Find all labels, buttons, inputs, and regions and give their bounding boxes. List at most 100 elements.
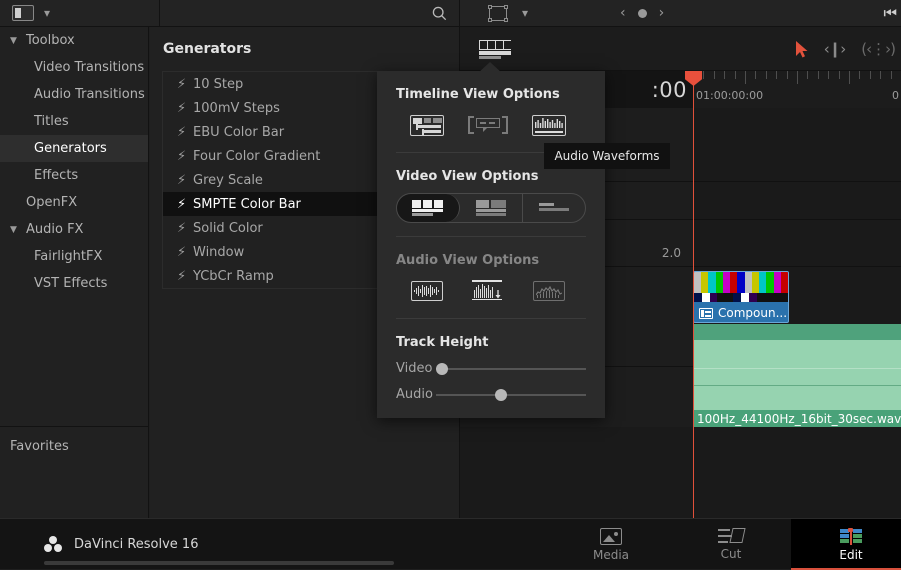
dynamic-trim-mode-icon[interactable]: (‹⋮›) <box>861 40 895 58</box>
section-title-track-height: Track Height <box>377 319 605 350</box>
ruler-tick <box>859 71 860 79</box>
ruler-tick <box>776 71 777 79</box>
lightning-bolt-icon: ⚡ <box>177 101 193 116</box>
no-thumbnails-icon[interactable] <box>523 194 585 222</box>
list-item-label: YCbCr Ramp <box>193 269 274 284</box>
page-label: Cut <box>721 547 742 561</box>
timeline-toolbar: ‹❙› (‹⋮›) <box>460 27 901 71</box>
track-body-a1[interactable] <box>693 220 901 267</box>
timeline-ruler[interactable]: 01:00:00:00 0 <box>693 71 901 108</box>
page-button-media[interactable]: Media <box>551 519 671 570</box>
sidebar-item-video-transitions[interactable]: Video Transitions <box>0 54 148 81</box>
show-flags-markers-icon[interactable] <box>396 111 457 139</box>
sidebar-item-audio-transitions[interactable]: Audio Transitions <box>0 81 148 108</box>
page-button-edit[interactable]: Edit <box>791 519 901 570</box>
slider-knob[interactable] <box>495 389 507 401</box>
timeline-tool-group: ‹❙› (‹⋮›) <box>796 27 899 71</box>
ruler-label: 01:00:00:00 <box>696 89 763 102</box>
tooltip: Audio Waveforms <box>544 143 670 169</box>
list-item-label: SMPTE Color Bar <box>193 197 301 212</box>
sidebar-item-label: VST Effects <box>34 276 107 291</box>
viewer-chevron-down-icon[interactable]: ▾ <box>522 7 528 19</box>
ruler-tick <box>880 71 881 79</box>
timeline-view-options-icon[interactable] <box>476 37 514 61</box>
clip-navigation-group: ‹ › <box>620 0 664 26</box>
chevron-down-icon[interactable]: ▾ <box>44 7 50 19</box>
ruler-tick <box>891 71 892 79</box>
waveform-envelope-icon[interactable] <box>518 277 579 305</box>
list-item-label: 10 Step <box>193 77 243 92</box>
dot-icon[interactable] <box>638 9 647 18</box>
ruler-tick <box>735 71 736 79</box>
page-bar: DaVinci Resolve 16 Media Cut <box>0 518 901 569</box>
chevron-down-icon[interactable]: ▼ <box>10 225 22 235</box>
video-track-height-slider[interactable] <box>436 362 586 376</box>
audio-clip-top-band <box>693 324 901 340</box>
ruler-label: 0 <box>892 89 899 102</box>
sidebar-item-audio-fx[interactable]: ▼ Audio FX <box>0 216 148 243</box>
timeline-view-option-row <box>377 102 605 139</box>
panel-layout-icon[interactable] <box>12 5 34 21</box>
waveform-boxed-icon[interactable] <box>396 277 457 305</box>
track-body-v2[interactable] <box>693 108 901 182</box>
timeline-audio-clip[interactable]: 100Hz_44100Hz_16bit_30sec.wav <box>693 324 901 427</box>
ruler-tick <box>818 71 819 79</box>
chevron-left-icon[interactable]: ‹ <box>620 5 626 21</box>
sidebar-item-label: Audio FX <box>26 222 83 237</box>
audio-gain-value: 2.0 <box>662 246 681 260</box>
brand-label: DaVinci Resolve 16 <box>74 537 198 552</box>
lightning-bolt-icon: ⚡ <box>177 197 193 212</box>
list-item-label: Grey Scale <box>193 173 263 188</box>
arrow-cursor-icon[interactable] <box>796 41 808 57</box>
smpte-lower-bars <box>694 293 788 302</box>
sidebar-item-titles[interactable]: Titles <box>0 108 148 135</box>
audio-waveform-line-1 <box>693 368 901 369</box>
crop-frame-icon[interactable] <box>488 5 508 22</box>
sidebar-item-vst-effects[interactable]: VST Effects <box>0 270 148 297</box>
skip-to-start-icon[interactable]: ⏮ <box>883 0 897 26</box>
search-icon[interactable] <box>432 6 447 21</box>
video-clip-label-row: Compoun... <box>694 304 788 322</box>
chevron-right-icon[interactable]: › <box>659 5 665 21</box>
list-item-label: 100mV Steps <box>193 101 280 116</box>
ruler-tick <box>745 71 746 84</box>
cut-page-icon <box>718 528 744 544</box>
sidebar-item-openfx[interactable]: ▶OpenFX <box>0 189 148 216</box>
timeline-video-clip[interactable]: Compoun... <box>693 271 789 323</box>
thumbnails-filmstrip-icon[interactable] <box>397 194 460 222</box>
audio-track-height-slider[interactable] <box>436 388 586 402</box>
favorites-section[interactable]: Favorites <box>0 426 149 518</box>
sidebar-item-effects[interactable]: Effects <box>0 162 148 189</box>
ruler-tick <box>766 71 767 79</box>
playhead[interactable] <box>693 71 694 518</box>
track-body-v1[interactable] <box>693 182 901 220</box>
chevron-down-icon[interactable]: ▼ <box>10 36 22 46</box>
audio-waveforms-icon[interactable] <box>518 111 579 139</box>
sidebar-item-toolbox[interactable]: ▼Toolbox <box>0 27 148 54</box>
lightning-bolt-icon: ⚡ <box>177 149 193 164</box>
page-button-cut[interactable]: Cut <box>671 519 791 570</box>
thumbnail-single-icon[interactable] <box>460 194 523 222</box>
media-page-icon <box>600 528 622 545</box>
show-subtitle-track-icon[interactable] <box>457 111 518 139</box>
video-clip-name: Compoun... <box>718 306 787 320</box>
page-label: Media <box>593 548 629 562</box>
audio-clip-name: 100Hz_44100Hz_16bit_30sec.wav <box>693 410 901 427</box>
ruler-tick <box>849 71 850 84</box>
video-track-height-row: Video <box>377 361 605 376</box>
sidebar-item-generators[interactable]: Generators <box>0 135 148 162</box>
search-bar[interactable] <box>160 0 460 26</box>
slider-knob[interactable] <box>436 363 448 375</box>
sidebar-item-fairlightfx[interactable]: FairlightFX <box>0 243 148 270</box>
sidebar-item-label: Titles <box>34 114 69 129</box>
effects-sidebar: ▼ToolboxVideo TransitionsAudio Transitio… <box>0 27 149 518</box>
list-item-label: Window <box>193 245 244 260</box>
page-switcher: Media Cut Edit <box>551 519 901 570</box>
ruler-tick <box>828 71 829 79</box>
horizontal-scrollbar[interactable] <box>44 561 394 565</box>
waveform-rectified-icon[interactable] <box>457 277 518 305</box>
sidebar-item-label: OpenFX <box>26 195 77 210</box>
trim-edit-mode-icon[interactable]: ‹❙› <box>824 40 846 58</box>
sidebar-item-list: ▼ToolboxVideo TransitionsAudio Transitio… <box>0 27 148 297</box>
favorites-label: Favorites <box>0 427 149 454</box>
